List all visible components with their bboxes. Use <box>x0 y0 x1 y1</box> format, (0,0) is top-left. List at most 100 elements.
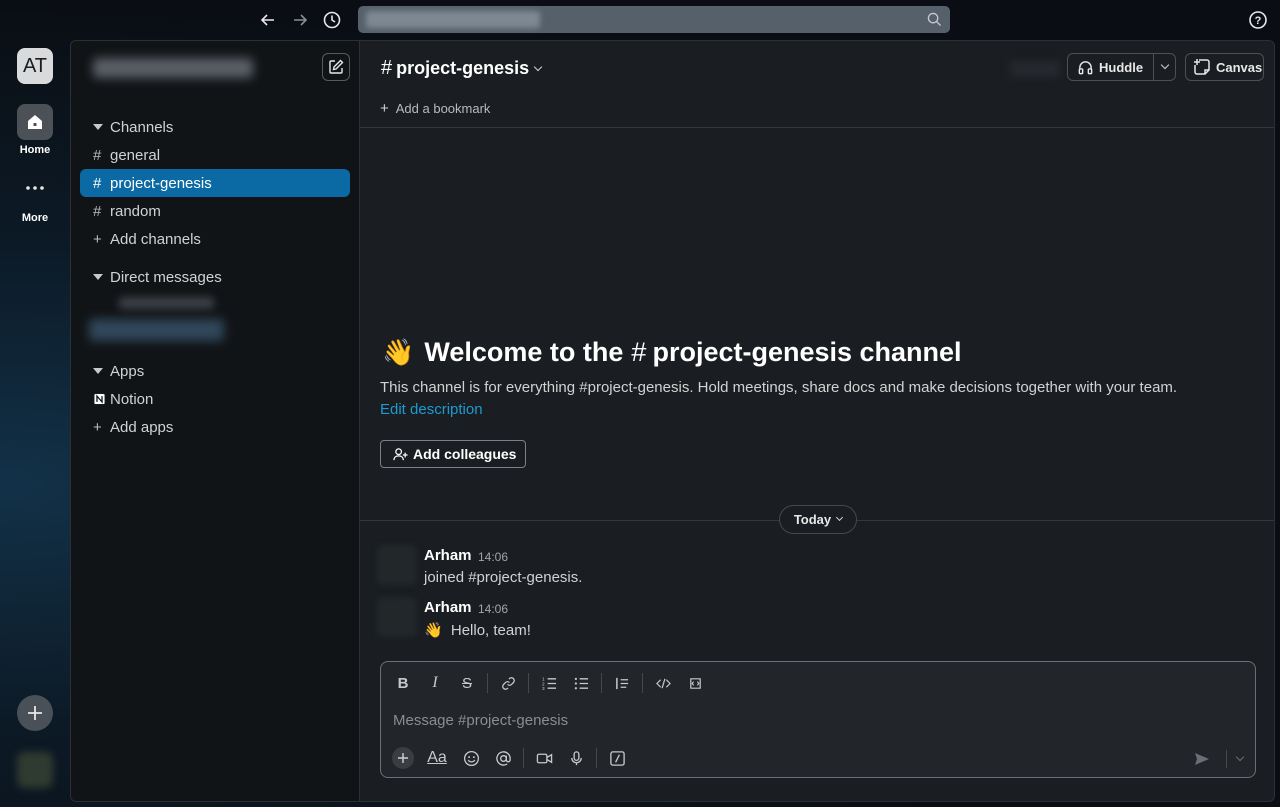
avatar[interactable] <box>377 545 417 585</box>
toolbar-divider <box>528 673 529 693</box>
channels-header: Channels <box>110 118 174 136</box>
bullet-list-icon <box>574 677 588 689</box>
bullet-list-button[interactable] <box>567 670 595 696</box>
bold-button[interactable]: B <box>389 670 417 696</box>
toolbar-divider <box>523 748 524 768</box>
message-timestamp[interactable]: 14:06 <box>478 550 508 564</box>
hash-icon: # <box>93 174 102 192</box>
send-button[interactable] <box>1188 746 1216 772</box>
dm-section-toggle[interactable]: Direct messages <box>80 263 350 291</box>
send-icon <box>1195 753 1209 765</box>
help-circle-icon: ? <box>1249 11 1267 29</box>
date-jump-button[interactable]: Today <box>779 505 857 534</box>
message-author[interactable]: Arham <box>424 547 472 564</box>
send-divider <box>1226 750 1227 768</box>
hash-icon: # <box>93 202 102 220</box>
add-channels-label: Add channels <box>110 230 201 248</box>
sidebar-item-notion[interactable]: Notion <box>80 385 350 413</box>
add-colleagues-button[interactable]: Add colleagues <box>380 440 526 468</box>
add-apps-button[interactable]: + Add apps <box>80 413 350 441</box>
channel-title-button[interactable]: # project-genesis <box>381 57 543 80</box>
code-button[interactable] <box>649 670 677 696</box>
ordered-list-icon: 123 <box>542 676 556 691</box>
send-controls <box>1188 746 1247 772</box>
message-author[interactable]: Arham <box>424 599 472 616</box>
workspace-name-redacted[interactable] <box>93 58 253 78</box>
sidebar-item-random[interactable]: # random <box>80 197 350 225</box>
forward-button[interactable] <box>289 9 311 31</box>
sidebar-item-general[interactable]: # general <box>80 141 350 169</box>
ordered-list-button[interactable]: 123 <box>535 670 563 696</box>
channel-sidebar: Channels # general # project-genesis # r… <box>70 40 359 802</box>
canvas-button[interactable]: Canvas <box>1185 53 1264 81</box>
video-clip-button[interactable] <box>530 745 558 771</box>
huddle-options-button[interactable] <box>1154 60 1175 70</box>
code-block-button[interactable] <box>681 670 709 696</box>
avatar[interactable] <box>377 597 417 637</box>
help-button[interactable]: ? <box>1248 10 1268 30</box>
code-block-icon <box>689 677 701 689</box>
canvas-label: Canvas <box>1216 59 1263 75</box>
apps-header: Apps <box>110 362 145 380</box>
plus-icon: + <box>93 418 102 436</box>
mention-button[interactable] <box>489 745 517 771</box>
message-timestamp[interactable]: 14:06 <box>478 602 508 616</box>
huddle-button[interactable]: Huddle <box>1068 54 1153 80</box>
schedule-send-button[interactable] <box>1233 746 1247 772</box>
link-button[interactable] <box>494 670 522 696</box>
history-button[interactable] <box>321 9 343 31</box>
compose-button[interactable] <box>322 53 350 81</box>
format-aa-icon: Aa <box>427 749 447 766</box>
top-bar: ? <box>0 0 1280 40</box>
home-button[interactable] <box>17 104 53 140</box>
dm-item-redacted[interactable] <box>119 297 214 309</box>
more-dots-icon <box>26 186 44 190</box>
edit-description-link[interactable]: Edit description <box>380 401 483 418</box>
add-workspace-button[interactable] <box>17 695 53 731</box>
search-workspace-text-redacted <box>366 11 540 28</box>
channel-title: project-genesis <box>396 58 530 78</box>
more-button[interactable] <box>17 170 53 206</box>
channel-label: project-genesis <box>110 174 212 192</box>
dm-item-redacted[interactable] <box>89 319 224 341</box>
toolbar-divider <box>487 673 488 693</box>
link-icon <box>501 676 515 690</box>
headphones-icon <box>1078 60 1093 74</box>
attach-button[interactable] <box>389 745 417 771</box>
toolbar-divider <box>596 748 597 768</box>
search-bar[interactable] <box>358 6 950 33</box>
message-input[interactable] <box>393 708 1233 732</box>
day-label: Today <box>793 512 832 527</box>
add-apps-label: Add apps <box>110 418 174 436</box>
wave-emoji: 👋 <box>424 622 443 639</box>
text-formatting-button[interactable]: Aa <box>421 745 453 771</box>
blockquote-button[interactable] <box>608 670 636 696</box>
members-redacted[interactable] <box>1010 61 1060 77</box>
arrow-left-icon <box>260 14 274 26</box>
workspace-rail: AT Home More <box>0 40 70 807</box>
sidebar-item-project-genesis[interactable]: # project-genesis <box>80 169 350 197</box>
italic-button[interactable]: I <box>421 670 449 696</box>
audio-clip-button[interactable] <box>562 745 590 771</box>
channels-section-toggle[interactable]: Channels <box>80 113 350 141</box>
workspace-avatar[interactable]: AT <box>17 48 53 84</box>
notion-icon <box>80 390 106 408</box>
caret-down-icon <box>80 274 106 280</box>
welcome-heading: 👋 Welcome to the # project-genesis chann… <box>382 337 962 368</box>
emoji-button[interactable] <box>457 745 485 771</box>
huddle-control: Huddle <box>1067 53 1176 81</box>
add-channels-button[interactable]: + Add channels <box>80 225 350 253</box>
shortcuts-button[interactable] <box>603 745 631 771</box>
chevron-down-icon <box>1160 60 1169 70</box>
user-avatar-redacted[interactable] <box>17 752 53 788</box>
plus-icon: + <box>93 230 102 248</box>
svg-text:?: ? <box>1255 15 1262 27</box>
composer-actions: Aa <box>389 745 635 771</box>
blockquote-icon <box>615 677 628 689</box>
apps-section-toggle[interactable]: Apps <box>80 357 350 385</box>
back-button[interactable] <box>257 9 279 31</box>
compose-icon <box>329 59 344 74</box>
slash-command-icon <box>609 750 625 766</box>
strikethrough-button[interactable]: S <box>453 670 481 696</box>
add-bookmark-button[interactable]: + Add a bookmark <box>380 100 490 117</box>
